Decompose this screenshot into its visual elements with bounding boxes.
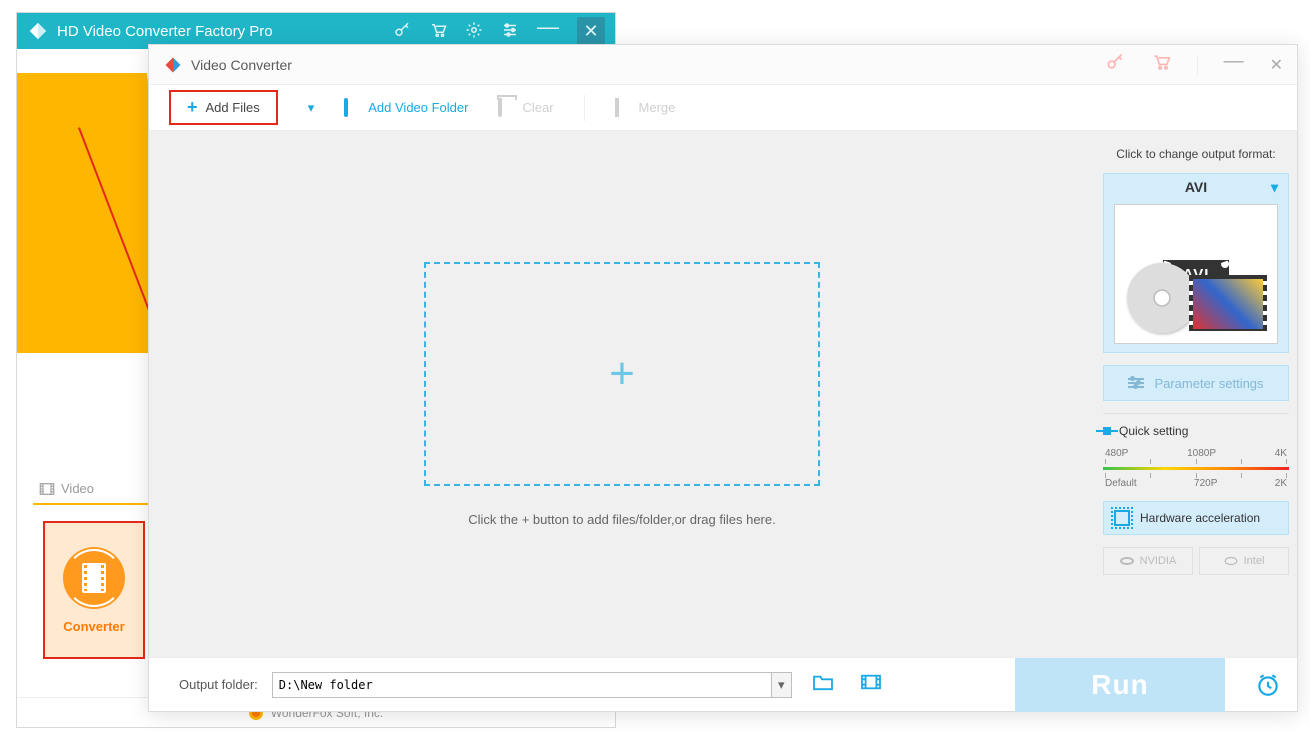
converter-module-card[interactable]: Converter [43,521,145,659]
output-folder-combo[interactable]: ▾ [272,672,792,698]
add-files-label: Add Files [206,100,260,115]
film-icon [1189,275,1267,333]
clear-label: Clear [522,100,553,115]
drop-zone-hint: Click the + button to add files/folder,o… [468,512,775,527]
bg-app-title: HD Video Converter Factory Pro [57,23,273,40]
merge-button[interactable]: Merge [615,100,676,116]
drop-zone-box[interactable]: + [424,262,820,486]
bg-key-icon[interactable] [393,21,411,42]
fg-close-button[interactable]: ✕ [1270,55,1283,75]
quick-setting-section: Quick setting 480P 1080P 4K Default 720P… [1103,413,1289,489]
add-files-caret-icon[interactable]: ▾ [308,100,315,116]
scale-1080p: 1080P [1187,448,1216,459]
intel-icon [1224,554,1238,568]
bg-cart-icon[interactable] [429,21,447,42]
add-files-button[interactable]: + Add Files [169,90,278,125]
parameter-settings-button[interactable]: Parameter settings [1103,365,1289,401]
right-panel: Click to change output format: AVI ▾ AVI… [1095,131,1297,657]
sliders-icon [1128,378,1144,388]
wonderfox-logo-icon [27,20,49,42]
format-caret-icon: ▾ [1271,179,1278,196]
cpu-chip-icon [1114,510,1130,526]
folder-plus-icon [344,100,360,116]
converter-icon [63,547,125,609]
scale-2k: 2K [1275,478,1287,489]
quick-setting-icon [1103,427,1111,435]
fg-window-title: Video Converter [191,57,292,73]
open-output-folder-button[interactable] [806,673,840,697]
fg-body: + Click the + button to add files/folder… [149,131,1297,657]
add-folder-label: Add Video Folder [368,100,468,115]
drop-zone-plus-icon: + [609,349,635,399]
output-folder-input[interactable] [273,678,771,692]
disc-icon [1127,263,1197,333]
scale-480p: 480P [1105,448,1128,459]
merge-label: Merge [639,100,676,115]
register-key-icon[interactable] [1105,52,1125,77]
trash-icon [498,100,514,116]
video-tab-label: Video [61,481,94,496]
app-logo-icon [163,55,183,75]
buy-cart-icon[interactable] [1151,52,1171,77]
scale-default: Default [1105,478,1137,489]
scale-4k: 4K [1275,448,1287,459]
scale-720p: 720P [1194,478,1217,489]
fg-titlebar: Video Converter — ✕ [149,45,1297,85]
schedule-button[interactable] [1239,672,1297,698]
drop-area[interactable]: + Click the + button to add files/folder… [149,131,1095,657]
output-format-thumbnail: AVI [1114,204,1278,344]
bg-close-button[interactable]: ✕ [577,17,605,45]
quick-setting-title: Quick setting [1103,424,1289,438]
converter-label: Converter [63,619,124,634]
intel-label: Intel [1244,555,1265,567]
video-tab-underline [33,503,163,505]
output-format-card[interactable]: AVI ▾ AVI [1103,173,1289,353]
titlebar-separator [1197,55,1198,75]
output-format-name: AVI [1185,179,1207,195]
parameter-settings-label: Parameter settings [1154,376,1263,391]
toolbar-separator [584,95,585,121]
output-video-folder-button[interactable] [854,673,888,697]
nvidia-option[interactable]: NVIDIA [1103,547,1193,575]
merge-icon [615,100,631,116]
bg-minimize-button[interactable]: — [537,14,559,40]
video-tab[interactable]: Video [39,481,94,496]
hardware-acceleration-toggle[interactable]: Hardware acceleration [1103,501,1289,535]
output-format-heading: Click to change output format: [1103,147,1289,161]
video-converter-window: Video Converter — ✕ + Add Files ▾ Add Vi… [148,44,1298,712]
plus-icon: + [187,97,198,118]
output-folder-dropdown-icon[interactable]: ▾ [771,673,791,697]
fg-toolbar: + Add Files ▾ Add Video Folder Clear Mer… [149,85,1297,131]
bg-options-icon[interactable] [501,21,519,42]
hardware-acceleration-label: Hardware acceleration [1140,511,1260,525]
nvidia-label: NVIDIA [1140,555,1177,567]
nvidia-eye-icon [1120,557,1134,565]
output-folder-label: Output folder: [179,677,258,692]
gpu-options: NVIDIA Intel [1103,547,1289,575]
fg-minimize-button[interactable]: — [1224,50,1244,73]
intel-option[interactable]: Intel [1199,547,1289,575]
clear-button[interactable]: Clear [498,100,553,116]
fg-bottom-bar: Output folder: ▾ Run [149,657,1297,711]
add-video-folder-button[interactable]: Add Video Folder [344,100,468,116]
run-button[interactable]: Run [1015,658,1225,712]
run-button-label: Run [1091,669,1148,701]
quick-setting-label: Quick setting [1119,424,1188,438]
quick-setting-slider[interactable]: 480P 1080P 4K Default 720P 2K [1103,448,1289,489]
bg-settings-icon[interactable] [465,21,483,42]
